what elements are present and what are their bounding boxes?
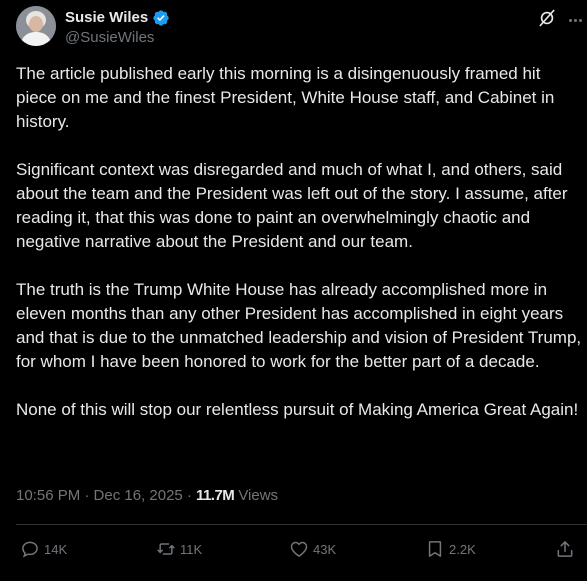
tweet-post: Susie Wiles @SusieWiles The article publ… bbox=[0, 0, 587, 581]
repost-icon bbox=[157, 543, 175, 555]
timestamp[interactable]: 10:56 PM · Dec 16, 2025 · bbox=[16, 486, 192, 506]
views-count: 11.7M bbox=[195, 487, 235, 504]
like-button[interactable]: 43K bbox=[289, 537, 336, 561]
heart-icon bbox=[290, 541, 308, 557]
bookmark-count: 2.2K bbox=[449, 541, 476, 557]
more-icon[interactable] bbox=[565, 10, 585, 30]
reply-button[interactable]: 14K bbox=[20, 537, 67, 561]
like-count: 43K bbox=[313, 541, 337, 557]
handle[interactable]: @SusieWiles bbox=[65, 29, 154, 47]
tweet-paragraph: None of this will stop our relentless pu… bbox=[16, 400, 579, 419]
action-bar: 14K 11K 43K 2.2K bbox=[0, 537, 587, 561]
bookmark-button[interactable]: 2.2K bbox=[425, 537, 476, 561]
bookmark-icon bbox=[428, 541, 442, 557]
reply-icon bbox=[22, 541, 38, 558]
tweet-paragraph: The truth is the Trump White House has a… bbox=[16, 280, 582, 371]
verified-badge-icon bbox=[153, 10, 169, 26]
tweet-paragraph: Significant context was disregarded and … bbox=[16, 160, 568, 251]
views-label: Views bbox=[238, 487, 279, 504]
repost-count: 11K bbox=[180, 541, 203, 557]
tweet-meta: 10:56 PM · Dec 16, 2025 · 11.7M Views bbox=[16, 486, 278, 506]
share-icon bbox=[557, 541, 573, 557]
tweet-text: The article published early this morning… bbox=[16, 62, 584, 446]
author-name-row: Susie Wiles bbox=[65, 9, 170, 27]
reply-count: 14K bbox=[44, 541, 68, 557]
display-name[interactable]: Susie Wiles bbox=[65, 9, 148, 27]
repost-button[interactable]: 11K bbox=[156, 537, 202, 561]
avatar[interactable] bbox=[16, 6, 56, 46]
tweet-paragraph: The article published early this morning… bbox=[16, 64, 555, 131]
divider bbox=[16, 524, 587, 525]
share-button[interactable] bbox=[555, 537, 575, 561]
grok-icon[interactable] bbox=[537, 8, 557, 28]
